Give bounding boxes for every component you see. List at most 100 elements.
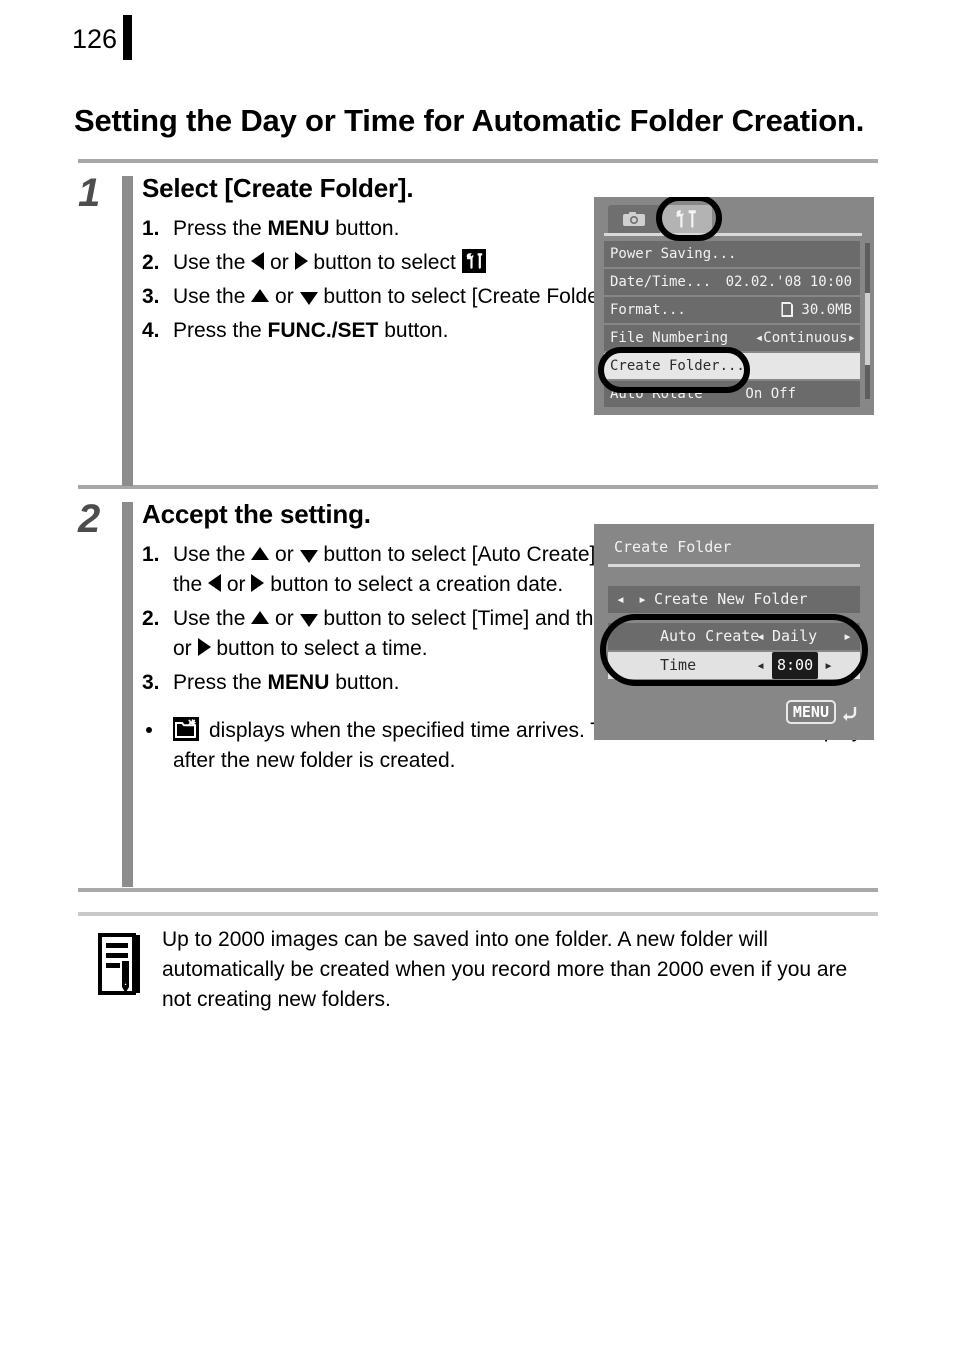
return-arrow-icon	[838, 703, 860, 725]
page-header: 126	[0, 0, 954, 70]
cf-row-label: Time	[660, 656, 697, 674]
list-marker: 4.	[142, 319, 160, 342]
step-1-number: 1	[78, 171, 101, 215]
item-text-d: or	[221, 573, 252, 596]
menu-row-file-numbering[interactable]: File Numbering ◂Continuous▸	[604, 325, 860, 351]
menu-button-label: MENU	[267, 217, 330, 240]
tools-icon	[676, 210, 696, 228]
right-arrow-icon	[251, 574, 265, 592]
left-chevron-icon[interactable]: ◂	[755, 330, 763, 346]
create-folder-dialog-title: Create Folder	[614, 538, 732, 556]
step-2-number: 2	[78, 497, 101, 541]
bullet-dot	[146, 727, 152, 733]
list-marker: 2.	[142, 251, 160, 274]
left-chevron-icon[interactable]: ◂	[616, 586, 625, 613]
step-2-item-1: 1. Use the or button to select [Auto Cre…	[142, 540, 647, 600]
right-arrow-icon	[197, 638, 211, 656]
sd-card-icon	[781, 302, 794, 317]
list-marker: 3.	[142, 285, 160, 308]
step-2-bar	[122, 502, 133, 887]
tab-tools[interactable]	[660, 205, 712, 233]
cf-row-label: Auto Create	[660, 627, 760, 645]
up-arrow-icon	[251, 289, 270, 302]
up-arrow-icon	[251, 547, 270, 560]
item-text-a: Use the	[173, 607, 252, 630]
menu-badge[interactable]: MENU	[785, 700, 836, 724]
page-title: Setting the Day or Time for Automatic Fo…	[74, 102, 865, 138]
menu-row-value: Continuous	[763, 330, 848, 346]
menu-row-date-time[interactable]: Date/Time... 02.02.'08 10:00	[604, 269, 860, 295]
menu-row-format[interactable]: Format... 30.0MB	[604, 297, 860, 323]
tools-menu-icon	[461, 249, 486, 273]
step-1-item-1: 1. Press the MENU button.	[142, 214, 642, 244]
menu-row-value: On Off	[745, 386, 796, 402]
menu-row-value-group: 30.0MB	[781, 297, 852, 323]
item-text-after: button.	[329, 217, 400, 240]
step-1-list: 1. Press the MENU button. 2. Use the or …	[142, 214, 642, 346]
item-text-c: button to select [Create Folder].	[317, 285, 618, 308]
divider-between-steps	[78, 485, 878, 489]
item-text-before: Press the	[173, 671, 268, 694]
step-2-item-2: 2. Use the or button to select [Time] an…	[142, 604, 647, 664]
menu-row-label: Date/Time...	[610, 274, 712, 290]
down-arrow-icon	[299, 614, 318, 627]
cf-row-auto-create[interactable]: Auto Create ◂ Daily ▸	[608, 623, 860, 650]
menu-row-label: Power Saving...	[610, 246, 737, 262]
tabbar-underline	[604, 233, 862, 236]
divider-note-top	[78, 912, 878, 916]
menu-row-power-saving[interactable]: Power Saving...	[604, 241, 860, 267]
left-chevron-icon[interactable]: ◂	[756, 623, 765, 650]
right-arrow-icon	[294, 252, 308, 270]
cf-row-time[interactable]: Time ◂ 8:00 ▸	[608, 652, 860, 679]
menu-row-value: 30.0MB	[801, 302, 852, 318]
menu-row-auto-rotate[interactable]: Auto Rotate On Off	[604, 381, 860, 407]
right-chevron-icon[interactable]: ▸	[843, 623, 852, 650]
setup-menu-list: Power Saving... Date/Time... 02.02.'08 1…	[604, 241, 860, 409]
funcset-button-label: FUNC./SET	[267, 319, 379, 342]
left-arrow-icon	[251, 252, 265, 270]
step-2-item-3: 3. Press the MENU button.	[142, 668, 647, 698]
menu-row-label: File Numbering	[610, 330, 729, 346]
left-chevron-icon[interactable]: ◂	[756, 652, 765, 679]
cf-row-create-new-folder[interactable]: ◂ ▸ Create New Folder	[608, 586, 860, 613]
item-text-c: button to select	[307, 251, 462, 274]
right-chevron-icon[interactable]: ▸	[848, 330, 856, 346]
list-marker: 1.	[142, 217, 160, 240]
menu-row-create-folder[interactable]: Create Folder...	[604, 353, 860, 379]
step-1-body: Select [Create Folder]. 1. Press the MEN…	[142, 172, 642, 350]
step-1-item-2: 2. Use the or button to select	[142, 248, 642, 278]
item-text-c: button to select [Time] and the	[317, 607, 611, 630]
list-marker: 2.	[142, 607, 160, 630]
step-1-title: Select [Create Folder].	[142, 173, 414, 203]
notepad-pencil-icon	[98, 933, 142, 995]
divider-bottom	[78, 888, 878, 892]
note-text: Up to 2000 images can be saved into one …	[162, 928, 848, 1011]
screenshot-setup-menu: Power Saving... Date/Time... 02.02.'08 1…	[594, 197, 874, 415]
menu-scrollbar-thumb[interactable]	[865, 293, 870, 365]
cf-row-value: Daily	[772, 627, 818, 645]
menu-row-label: Format...	[610, 302, 686, 318]
setup-menu-tabbar	[608, 203, 712, 233]
page-number: 126	[72, 24, 118, 54]
tab-camera[interactable]	[608, 205, 660, 233]
item-text-after: button.	[329, 671, 400, 694]
up-arrow-icon	[251, 611, 270, 624]
camera-icon	[623, 212, 645, 226]
item-text-before: Press the	[173, 319, 268, 342]
right-chevron-icon[interactable]: ▸	[638, 586, 647, 613]
right-chevron-icon[interactable]: ▸	[824, 652, 833, 679]
menu-button-label: MENU	[267, 671, 330, 694]
step-2-list: 1. Use the or button to select [Auto Cre…	[142, 540, 647, 698]
step-1-item-4: 4. Press the FUNC./SET button.	[142, 316, 642, 346]
list-marker: 1.	[142, 543, 160, 566]
down-arrow-icon	[299, 292, 318, 305]
menu-row-label: Create Folder...	[610, 358, 745, 374]
new-folder-sparkle-icon	[173, 717, 199, 741]
item-text-d: or	[173, 637, 198, 660]
step-1-bar	[122, 176, 133, 486]
menu-row-value: 02.02.'08 10:00	[725, 274, 852, 290]
item-text-b: or	[269, 285, 300, 308]
item-text-b: or	[269, 607, 300, 630]
item-text-b: or	[269, 543, 300, 566]
step-1-item-3: 3. Use the or button to select [Create F…	[142, 282, 642, 312]
